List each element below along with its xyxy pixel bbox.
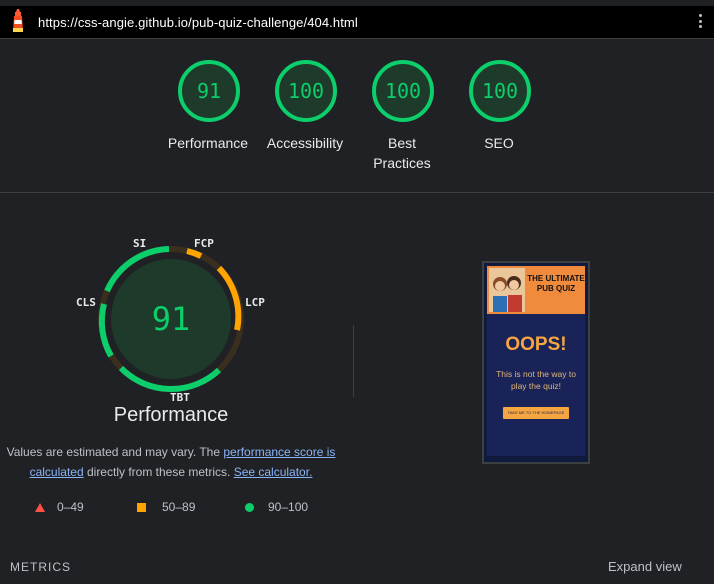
legend-label: 0–49 [57,500,84,514]
final-screenshot[interactable]: THE ULTIMATE PUB QUIZ OOPS! This is not … [482,261,590,464]
metric-tag-lcp[interactable]: LCP [245,296,265,309]
divider [353,325,354,397]
see-calculator-link[interactable]: See calculator. [234,465,313,479]
metric-tag-fcp[interactable]: FCP [194,237,214,250]
divider [0,38,714,39]
metrics-section-label: METRICS [10,560,71,574]
circle-icon [245,502,254,512]
square-icon [137,502,146,512]
metric-tag-si[interactable]: SI [133,237,146,250]
performance-note: Values are estimated and may vary. The p… [4,442,338,482]
legend-fail: 0–49 [35,499,84,515]
gauge-label-performance[interactable]: Performance [153,133,263,153]
gauge-best-practices[interactable]: 100 [370,58,436,124]
more-options-icon[interactable] [696,14,704,32]
screenshot-home-button: TAKE ME TO THE HOMEPAGE [503,407,569,419]
lighthouse-logo-icon [13,9,23,32]
legend-label: 50–89 [162,500,196,514]
performance-title: Performance [113,404,229,426]
gauge-score: 100 [384,79,422,103]
gauge-label-best-practices[interactable]: Best Practices [347,133,457,173]
legend-pass: 90–100 [245,499,308,515]
triangle-icon [35,502,45,512]
gauge-score: 100 [481,79,519,103]
screenshot-body: OOPS! This is not the way to play the qu… [487,314,585,456]
page-url: https://css-angie.github.io/pub-quiz-cha… [38,15,358,30]
gauge-label-accessibility[interactable]: Accessibility [250,133,360,153]
gauge-label-line: Practices [373,155,431,171]
legend-label: 90–100 [268,500,309,514]
gauge-accessibility[interactable]: 100 [273,58,339,124]
quiz-host-illustration-icon [489,268,525,312]
gauge-label-seo[interactable]: SEO [444,133,554,153]
screenshot-heading: OOPS! [505,334,567,355]
url-bar: https://css-angie.github.io/pub-quiz-cha… [0,6,714,38]
note-text: Values are estimated and may vary. The [6,445,224,459]
screenshot-header: THE ULTIMATE PUB QUIZ [487,266,585,314]
performance-score: 91 [151,300,191,338]
legend-average: 50–89 [137,499,195,515]
gauge-label-line: Best [387,135,416,151]
gauge-score: 100 [287,79,325,103]
gauge-score: 91 [196,79,222,103]
screenshot-text: This is not the way to play the quiz! [496,369,576,391]
metric-tag-tbt[interactable]: TBT [170,391,190,404]
gauge-performance[interactable]: 91 [176,58,242,124]
expand-view-button[interactable]: Expand view [608,559,682,574]
divider [0,192,714,193]
top-bar: https://css-angie.github.io/pub-quiz-cha… [0,0,714,44]
note-text: directly from these metrics. [83,465,234,479]
metric-tag-cls[interactable]: CLS [76,296,96,309]
screenshot-title: THE ULTIMATE PUB QUIZ [527,274,585,293]
gauge-seo[interactable]: 100 [467,58,533,124]
